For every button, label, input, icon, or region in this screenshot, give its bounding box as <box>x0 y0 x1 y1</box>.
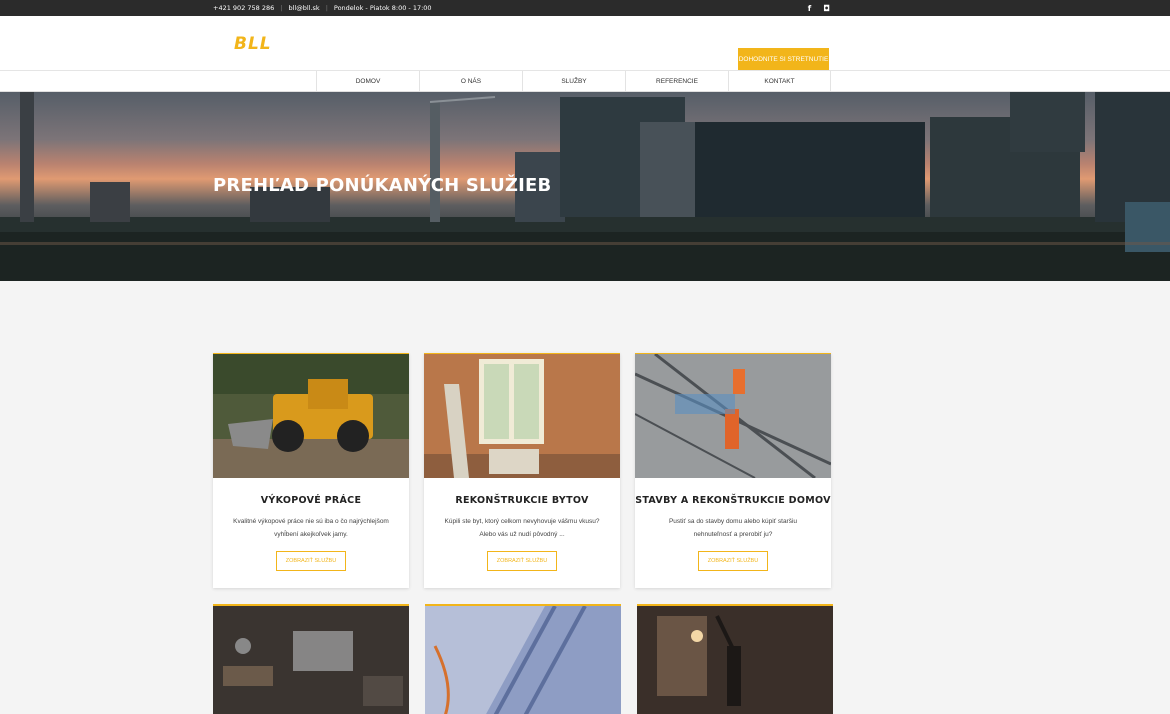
service-card: REKONŠTRUKCIE BYTOV Kúpili ste byt, ktor… <box>424 353 620 588</box>
page-title: PREHĽAD PONÚKANÝCH SLUŽIEB <box>213 175 552 196</box>
nav-item-home[interactable]: DOMOV <box>316 71 419 91</box>
service-title: STAVBY A REKONŠTRUKCIE DOMOV <box>635 495 831 506</box>
service-card: STAVBY A REKONŠTRUKCIE DOMOV Pustiť sa d… <box>635 353 831 588</box>
nav-item-contact[interactable]: KONTAKT <box>728 71 831 91</box>
hero-banner: PREHĽAD PONÚKANÝCH SLUŽIEB <box>0 92 1170 281</box>
show-service-button[interactable]: ZOBRAZIŤ SLUŽBU <box>698 551 768 571</box>
divider: | <box>280 4 283 12</box>
construction-site-image <box>635 354 831 478</box>
nav-item-services[interactable]: SLUŽBY <box>522 71 625 91</box>
services-grid: VÝKOPOVÉ PRÁCE Kvalitné výkopové práce n… <box>213 353 831 588</box>
show-service-button[interactable]: ZOBRAZIŤ SLUŽBU <box>487 551 557 571</box>
service-card <box>213 604 409 714</box>
nav-item-about[interactable]: O NÁS <box>419 71 522 91</box>
instagram-icon[interactable]: ◘ <box>823 4 830 13</box>
top-info-bar: +421 902 758 286 | bll@bll.sk | Pondelok… <box>0 0 1170 16</box>
hero-cityscape-image <box>0 92 1170 281</box>
tools-image <box>213 606 409 714</box>
service-description: Pustiť sa do stavby domu alebo kúpiť sta… <box>668 518 798 538</box>
book-meeting-button[interactable]: DOHODNITE SI STRETNUTIE <box>738 48 829 70</box>
services-grid-row-2 <box>213 604 833 714</box>
opening-hours: Pondelok - Piatok 8:00 - 17:00 <box>333 4 432 12</box>
interior-work-image <box>637 606 833 714</box>
renovation-image <box>424 354 620 478</box>
show-service-button[interactable]: ZOBRAZIŤ SLUŽBU <box>276 551 346 571</box>
divider: | <box>325 4 328 12</box>
service-card <box>425 604 621 714</box>
email-link[interactable]: bll@bll.sk <box>288 4 319 12</box>
excavation-image <box>213 354 409 478</box>
facebook-icon[interactable]: f <box>808 4 811 13</box>
service-title: REKONŠTRUKCIE BYTOV <box>455 495 589 506</box>
main-navigation: DOMOV O NÁS SLUŽBY REFERENCIE KONTAKT <box>0 71 1170 92</box>
site-header: BLL DOHODNITE SI STRETNUTIE <box>0 16 1170 71</box>
social-links: f ◘ <box>808 0 830 16</box>
service-card <box>637 604 833 714</box>
nav-item-references[interactable]: REFERENCIE <box>625 71 728 91</box>
site-logo[interactable]: BLL <box>234 34 272 54</box>
electrical-installation-image <box>425 606 621 714</box>
service-description: Kvalitné výkopové práce nie sú iba o čo … <box>233 518 389 538</box>
service-description: Kúpili ste byt, ktorý celkom nevyhovuje … <box>444 518 600 538</box>
phone-number[interactable]: +421 902 758 286 <box>213 4 274 12</box>
service-title: VÝKOPOVÉ PRÁCE <box>260 495 362 506</box>
service-card: VÝKOPOVÉ PRÁCE Kvalitné výkopové práce n… <box>213 353 409 588</box>
